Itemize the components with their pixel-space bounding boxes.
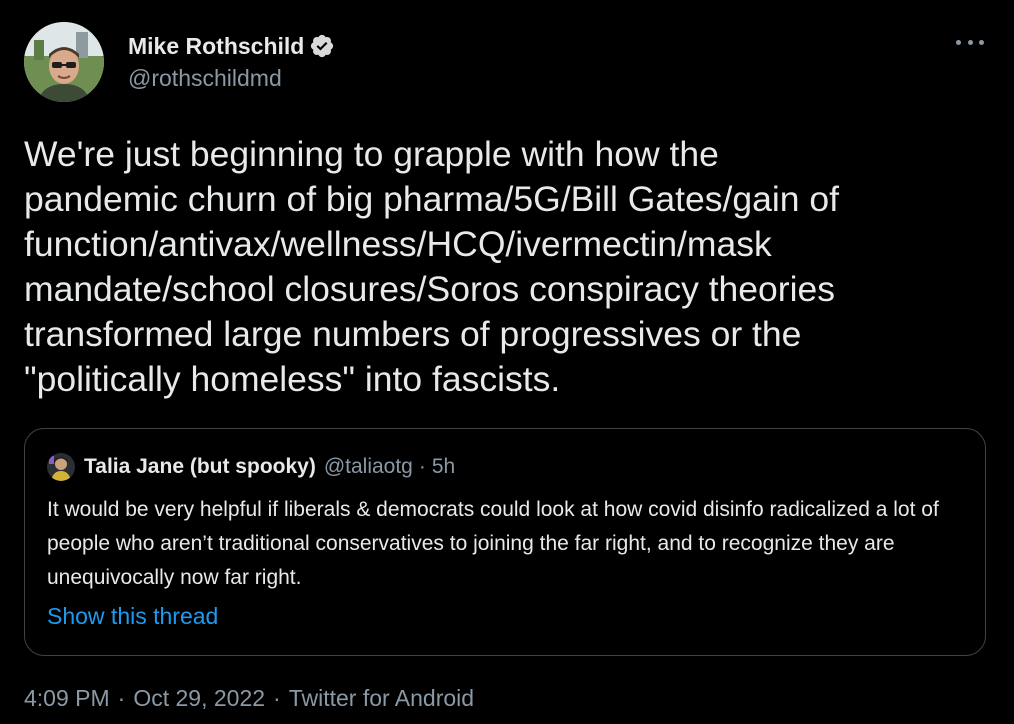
tweet-time[interactable]: 4:09 PM [24,683,110,713]
quote-separator: · [418,455,426,478]
quote-avatar-icon [47,453,75,481]
quoted-tweet[interactable]: Talia Jane (but spooky) @taliaotg · 5h I… [24,428,986,656]
quote-display-name: Talia Jane (but spooky) [84,455,316,478]
quote-handle: @taliaotg [323,455,413,478]
tweet-metadata: 4:09 PM · Oct 29, 2022 · Twitter for And… [24,683,474,713]
quote-text: It would be very helpful if liberals & d… [47,498,939,589]
author-names: Mike Rothschild @rothschildmd [128,31,335,93]
meta-separator: · [117,685,126,711]
avatar-photo-icon [24,22,104,102]
more-dots-icon[interactable] [956,36,984,48]
show-thread-link[interactable]: Show this thread [47,601,218,631]
quote-avatar [47,453,75,481]
more-dot [967,39,973,45]
quote-header: Talia Jane (but spooky) @taliaotg · 5h [47,453,455,481]
author-handle[interactable]: @rothschildmd [128,63,335,93]
verified-badge-icon [309,33,335,59]
avatar[interactable] [24,22,104,102]
tweet-date[interactable]: Oct 29, 2022 [133,683,265,713]
name-row: Mike Rothschild [128,31,335,61]
tweet-header: Mike Rothschild @rothschildmd [24,22,335,102]
tweet: Mike Rothschild @rothschildmd We're just… [0,0,1014,724]
quote-time: 5h [431,455,456,478]
tweet-text: We're just beginning to grapple with how… [24,134,839,399]
meta-separator: · [273,685,281,711]
more-dot [979,39,984,45]
author-display-name[interactable]: Mike Rothschild [128,31,304,61]
tweet-source[interactable]: Twitter for Android [289,683,474,713]
more-dot [956,39,961,45]
